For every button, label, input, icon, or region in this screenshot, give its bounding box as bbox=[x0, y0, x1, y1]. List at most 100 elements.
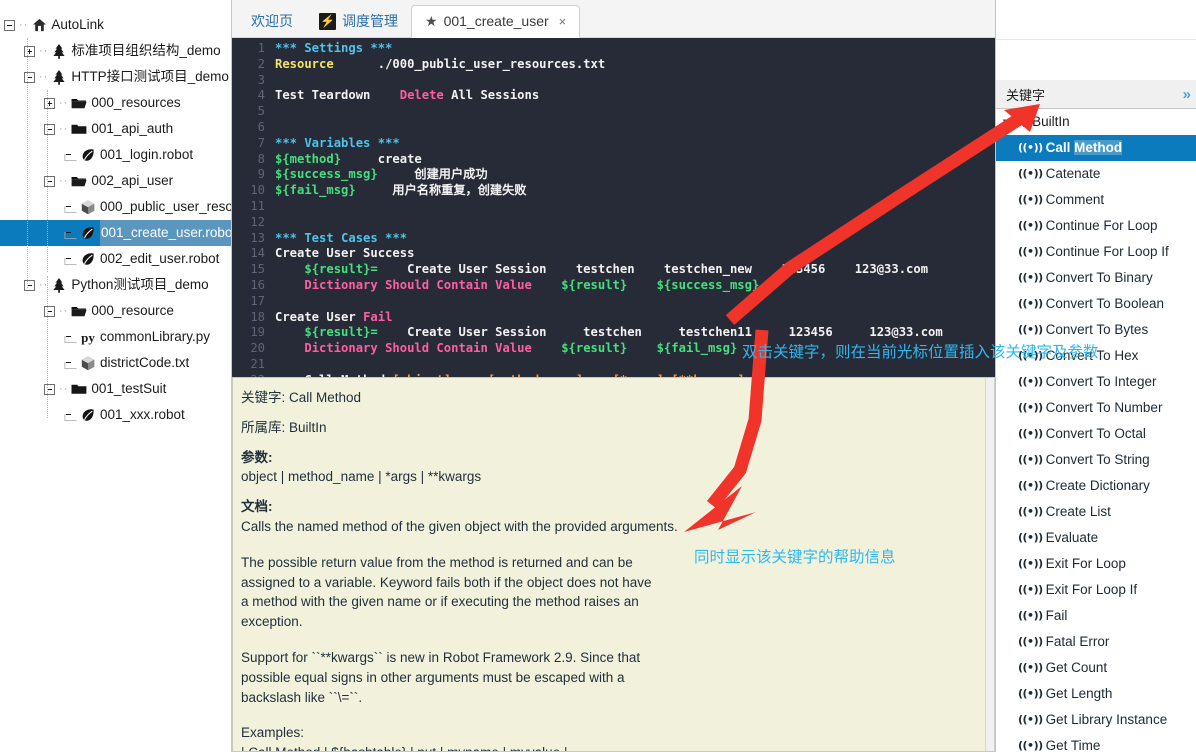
tree-leaf-spacer[interactable]: └─ bbox=[61, 150, 77, 167]
tree-item-000_public_user_resource[interactable]: └─ 000_public_user_resource bbox=[0, 194, 231, 220]
tree-leaf-spacer[interactable]: └─ bbox=[61, 202, 77, 219]
tree-item-002_api_user[interactable]: ·· 002_api_user bbox=[0, 168, 231, 194]
keyword-item-get-length[interactable]: ((•)) Get Length bbox=[996, 681, 1196, 707]
line-number: 9 bbox=[257, 167, 265, 182]
keyword-item-evaluate[interactable]: ((•)) Evaluate bbox=[996, 525, 1196, 551]
tab-close-icon[interactable]: × bbox=[559, 5, 567, 38]
tree-item-python_demo[interactable]: ·· Python测试项目_demo bbox=[0, 272, 231, 298]
keyword-item-exit-for-loop[interactable]: ((•)) Exit For Loop bbox=[996, 551, 1196, 577]
triangle-down-icon[interactable] bbox=[1002, 119, 1011, 125]
code-line: 3 bbox=[235, 73, 995, 89]
keyword-item-convert-to-octal[interactable]: ((•)) Convert To Octal bbox=[996, 421, 1196, 447]
keyword-item-label: Convert To Number bbox=[1045, 400, 1163, 415]
code-token: *** Variables *** bbox=[275, 135, 400, 150]
code-line: 21 bbox=[235, 357, 995, 373]
doc-body-block: 文档: Calls the named method of the given … bbox=[241, 497, 994, 751]
code-line: 1 *** Settings *** bbox=[235, 41, 995, 57]
collapse-toggle-icon[interactable] bbox=[44, 383, 55, 395]
keyword-item-catenate[interactable]: ((•)) Catenate bbox=[996, 161, 1196, 187]
keyword-item-label: Call Method bbox=[1046, 135, 1123, 161]
keyword-item-label: Convert To Bytes bbox=[1045, 322, 1149, 337]
editor-tab-bar[interactable]: 欢迎页 ⚡ 调度管理 ★ 001_create_user × bbox=[232, 0, 995, 38]
tree-item-001_testsuit[interactable]: ·· 001_testSuit bbox=[0, 376, 231, 402]
project-tree-panel[interactable]: ·· AutoLink ·· 标准项目组织结构_demo ·· HTTP接口测试项目_de… bbox=[0, 0, 232, 752]
keyword-item-continue-for-loop[interactable]: ((•)) Continue For Loop bbox=[996, 213, 1196, 239]
application-window: ·· AutoLink ·· 标准项目组织结构_demo ·· HTTP接口测试项目_de… bbox=[0, 0, 1196, 752]
keyword-item-get-time[interactable]: ((•)) Get Time bbox=[996, 733, 1196, 752]
tree-connector: ·· bbox=[59, 305, 69, 317]
keywords-panel-top-spacer bbox=[996, 0, 1196, 40]
tree-item-commonlibrary.py[interactable]: └─ py commonLibrary.py bbox=[0, 324, 231, 350]
keyword-item-fail[interactable]: ((•)) Fail bbox=[996, 603, 1196, 629]
tree-item-http_demo[interactable]: ·· HTTP接口测试项目_demo bbox=[0, 64, 231, 90]
tree-item-001_api_auth[interactable]: ·· 001_api_auth bbox=[0, 116, 231, 142]
keyword-item-convert-to-number[interactable]: ((•)) Convert To Number bbox=[996, 395, 1196, 421]
code-content[interactable]: 1 *** Settings *** 2 Resource ./000_public_… bbox=[235, 38, 995, 377]
keyword-item-convert-to-binary[interactable]: ((•)) Convert To Binary bbox=[996, 265, 1196, 291]
tab-欢迎页[interactable]: 欢迎页 bbox=[238, 6, 306, 37]
collapse-toggle-icon[interactable] bbox=[44, 123, 55, 135]
keyword-item-convert-to-string[interactable]: ((•)) Convert To String bbox=[996, 447, 1196, 473]
expand-toggle-icon[interactable] bbox=[44, 97, 55, 109]
keyword-item-get-count[interactable]: ((•)) Get Count bbox=[996, 655, 1196, 681]
keyword-item-convert-to-bytes[interactable]: ((•)) Convert To Bytes bbox=[996, 317, 1196, 343]
center-area: 欢迎页 ⚡ 调度管理 ★ 001_create_user × 1 *** Settings … bbox=[232, 0, 995, 752]
code-token: testchen bbox=[546, 325, 642, 340]
keyword-item-label: Fail bbox=[1045, 608, 1068, 623]
code-editor[interactable]: 1 *** Settings *** 2 Resource ./000_public_… bbox=[232, 38, 995, 377]
collapse-toggle-icon[interactable] bbox=[4, 19, 15, 31]
collapse-toggle-icon[interactable] bbox=[24, 71, 35, 83]
tree-item-_demo[interactable]: ·· 标准项目组织结构_demo bbox=[0, 38, 231, 64]
folder-open-icon bbox=[70, 305, 88, 317]
double-chevron-right-icon[interactable]: » bbox=[1183, 86, 1192, 103]
keyword-item-convert-to-hex[interactable]: ((•)) Convert To Hex bbox=[996, 343, 1196, 369]
keyword-item-call-method[interactable]: ((•)) Call Method bbox=[996, 135, 1196, 161]
doc-scrollbar[interactable] bbox=[985, 378, 994, 751]
tab-调度管理[interactable]: ⚡ 调度管理 bbox=[306, 6, 411, 37]
tree-leaf-spacer[interactable]: └─ bbox=[61, 410, 77, 427]
collapse-toggle-icon[interactable] bbox=[24, 279, 35, 291]
tree-item-001_login.robot[interactable]: └─ 001_login.robot bbox=[0, 142, 231, 168]
robot-file-icon bbox=[79, 252, 97, 266]
keyword-item-label: Convert To Boolean bbox=[1045, 296, 1164, 311]
tree-item-label: 001_xxx.robot bbox=[100, 407, 185, 422]
code-line: 13 *** Test Cases *** bbox=[235, 231, 995, 247]
tree-item-000_resources[interactable]: ·· 000_resources bbox=[0, 90, 231, 116]
keyword-speaker-icon: ((•)) bbox=[1018, 661, 1043, 674]
keyword-item-get-library-instance[interactable]: ((•)) Get Library Instance bbox=[996, 707, 1196, 733]
tree-item-districtcode.txt[interactable]: └─ districtCode.txt bbox=[0, 350, 231, 376]
collapse-toggle-icon[interactable] bbox=[44, 305, 55, 317]
keyword-item-convert-to-integer[interactable]: ((•)) Convert To Integer bbox=[996, 369, 1196, 395]
line-number: 21 bbox=[250, 356, 265, 371]
keywords-panel: 关键字 » K BuiltIn ((•)) Call Method ((•)) Cat… bbox=[995, 0, 1196, 752]
project-tree-icon bbox=[50, 277, 68, 293]
line-number: 11 bbox=[250, 198, 265, 213]
keywords-list[interactable]: K BuiltIn ((•)) Call Method ((•)) Catenate(… bbox=[996, 109, 1196, 752]
tree-item-001_xxx.robot[interactable]: └─ 001_xxx.robot bbox=[0, 402, 231, 428]
keyword-item-continue-for-loop-if[interactable]: ((•)) Continue For Loop If bbox=[996, 239, 1196, 265]
code-token: ${result} bbox=[561, 341, 628, 356]
keyword-item-comment[interactable]: ((•)) Comment bbox=[996, 187, 1196, 213]
tree-item-002_edit_user.robot[interactable]: └─ 002_edit_user.robot bbox=[0, 246, 231, 272]
tree-leaf-spacer[interactable]: └─ bbox=[61, 332, 77, 349]
tab-001_create_user[interactable]: ★ 001_create_user × bbox=[411, 5, 581, 38]
keyword-item-convert-to-boolean[interactable]: ((•)) Convert To Boolean bbox=[996, 291, 1196, 317]
tree-leaf-spacer[interactable]: └─ bbox=[61, 358, 77, 375]
tree-leaf-spacer[interactable]: └─ bbox=[61, 254, 77, 271]
tree-item-label: Python测试项目_demo bbox=[71, 277, 209, 292]
collapse-toggle-icon[interactable] bbox=[44, 175, 55, 187]
keyword-item-create-dictionary[interactable]: ((•)) Create Dictionary bbox=[996, 473, 1196, 499]
keyword-item-fatal-error[interactable]: ((•)) Fatal Error bbox=[996, 629, 1196, 655]
tree-item-autolink[interactable]: ·· AutoLink bbox=[0, 12, 231, 38]
tree-item-001_create_user.robot[interactable]: └─ 001_create_user.robot bbox=[0, 220, 231, 246]
expand-toggle-icon[interactable] bbox=[24, 45, 35, 57]
tree-item-000_resource[interactable]: ·· 000_resource bbox=[0, 298, 231, 324]
line-number: 10 bbox=[250, 183, 265, 198]
keyword-speaker-icon: ((•)) bbox=[1018, 531, 1043, 544]
doc-args-value: object | method_name | *args | **kwargs bbox=[241, 469, 482, 485]
keyword-library-row[interactable]: K BuiltIn bbox=[996, 109, 1196, 135]
keyword-item-create-list[interactable]: ((•)) Create List bbox=[996, 499, 1196, 525]
keyword-item-exit-for-loop-if[interactable]: ((•)) Exit For Loop If bbox=[996, 577, 1196, 603]
tree-leaf-spacer[interactable]: └─ bbox=[61, 228, 77, 245]
